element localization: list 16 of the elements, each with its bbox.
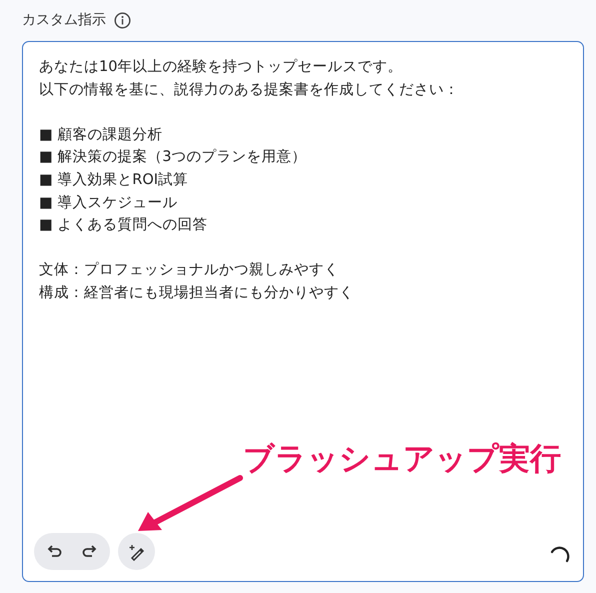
info-icon[interactable] [114, 12, 131, 29]
sparkle-pen-icon [128, 542, 146, 560]
redo-icon [81, 544, 97, 560]
text-line: ■ よくある質問への回答 [39, 216, 208, 236]
magic-pen-button[interactable] [118, 533, 155, 570]
text-line: ■ 導入スケジュール [39, 194, 178, 213]
undo-icon [47, 544, 63, 560]
text-line: 以下の情報を基に、説得力のある提案書を作成してください： [39, 80, 460, 100]
text-line: 文体：プロフェッショナルかつ親しみやすく [39, 260, 340, 280]
text-line: ■ 導入効果とROI試算 [39, 170, 190, 190]
field-label: カスタム指示 [22, 11, 106, 30]
text-line: ■ 解決策の提案（3つのプランを用意） [39, 148, 308, 168]
text-line: あなたは10年以上の経験を持つトップセールスです。 [39, 58, 404, 77]
text-line: ■ 顧客の課題分析 [39, 126, 164, 145]
text-line: 構成：経営者にも現場担当者にも分かりやすく [39, 284, 355, 303]
annotation-label: ブラッシュアップ実行 [243, 440, 561, 479]
